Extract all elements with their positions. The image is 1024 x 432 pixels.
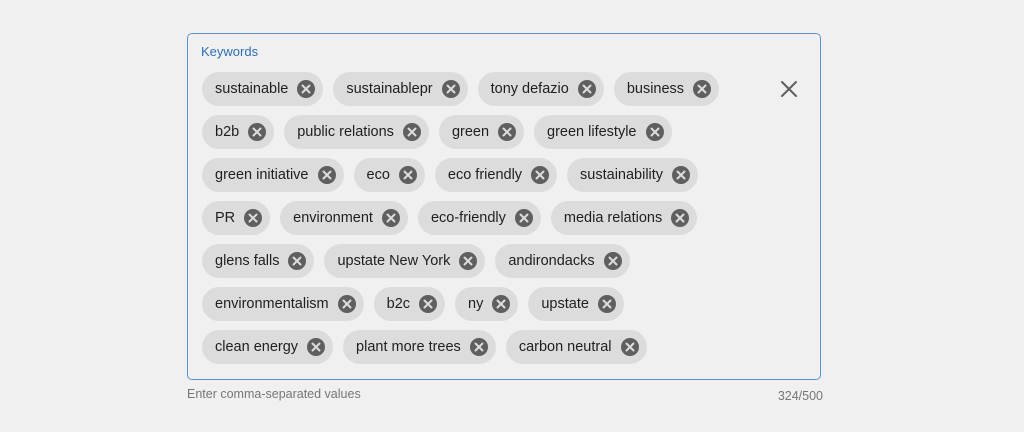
- cancel-circle-icon[interactable]: [577, 80, 596, 98]
- keyword-chip-label: ny: [468, 296, 484, 312]
- keyword-chip[interactable]: carbon neutral: [505, 330, 647, 364]
- cancel-circle-icon[interactable]: [244, 209, 263, 227]
- chip-row: PR environment eco-friendly media relations: [202, 201, 707, 235]
- keyword-chip-label: b2b: [215, 124, 240, 140]
- keyword-chip[interactable]: b2b: [202, 115, 275, 149]
- keyword-chip-label: upstate: [541, 296, 589, 312]
- chip-row: green initiative eco eco friendly sustainab…: [202, 158, 708, 192]
- chip-row: b2b public relations green green lifestyle: [202, 115, 682, 149]
- keyword-chip-label: green initiative: [215, 167, 309, 183]
- field-label: Keywords: [201, 44, 259, 59]
- keyword-chip-label: carbon neutral: [518, 339, 612, 355]
- cancel-circle-icon[interactable]: [381, 209, 400, 227]
- keyword-chip[interactable]: b2c: [373, 287, 446, 321]
- cancel-circle-icon[interactable]: [441, 80, 460, 98]
- keyword-chip[interactable]: PR: [202, 201, 271, 235]
- keyword-chip[interactable]: environment: [280, 201, 408, 235]
- keyword-chip[interactable]: tony defazio: [477, 72, 604, 106]
- keyword-chip-label: business: [626, 81, 685, 97]
- keyword-chip-label: media relations: [563, 210, 663, 226]
- cancel-circle-icon[interactable]: [469, 338, 488, 356]
- keyword-chip[interactable]: public relations: [284, 115, 429, 149]
- keyword-chip-label: sustainability: [580, 167, 664, 183]
- keyword-chip-label: tony defazio: [490, 81, 569, 97]
- cancel-circle-icon[interactable]: [419, 295, 438, 313]
- chip-row: glens falls upstate New York andirondacks: [202, 244, 640, 278]
- keyword-chip[interactable]: green initiative: [202, 158, 344, 192]
- keyword-chip[interactable]: business: [613, 72, 720, 106]
- keyword-chip[interactable]: plant more trees: [343, 330, 496, 364]
- cancel-circle-icon[interactable]: [514, 209, 533, 227]
- keyword-chip-label: andirondacks: [508, 253, 595, 269]
- keyword-chip-label: upstate New York: [337, 253, 451, 269]
- keyword-chip-label: sustainablepr: [346, 81, 433, 97]
- keyword-chip-label: public relations: [297, 124, 394, 140]
- keyword-chip-label: green lifestyle: [547, 124, 637, 140]
- cancel-circle-icon[interactable]: [337, 295, 356, 313]
- cancel-circle-icon[interactable]: [693, 80, 712, 98]
- keyword-chip-label: eco friendly: [447, 167, 523, 183]
- cancel-circle-icon[interactable]: [645, 123, 664, 141]
- cancel-circle-icon[interactable]: [307, 338, 326, 356]
- keyword-chip[interactable]: green lifestyle: [534, 115, 672, 149]
- cancel-circle-icon[interactable]: [398, 166, 417, 184]
- keyword-chip-label: environment: [293, 210, 373, 226]
- keyword-chip[interactable]: ny: [455, 287, 519, 321]
- keyword-chip-label: PR: [215, 210, 236, 226]
- keyword-chip[interactable]: eco-friendly: [417, 201, 541, 235]
- keyword-chip[interactable]: green: [438, 115, 525, 149]
- keyword-chip[interactable]: environmentalism: [202, 287, 364, 321]
- keyword-chip-label: environmentalism: [215, 296, 329, 312]
- cancel-circle-icon[interactable]: [288, 252, 307, 270]
- cancel-circle-icon[interactable]: [498, 123, 517, 141]
- keyword-chip-label: clean energy: [215, 339, 299, 355]
- chip-row: clean energy plant more trees carbon neutr…: [202, 330, 657, 364]
- close-icon[interactable]: [778, 78, 800, 100]
- keywords-field[interactable]: Keywords sustainable sustainablepr tony de…: [187, 33, 821, 380]
- cancel-circle-icon[interactable]: [402, 123, 421, 141]
- chip-row: environmentalism b2c ny upstate: [202, 287, 634, 321]
- cancel-circle-icon[interactable]: [317, 166, 336, 184]
- keyword-chip-label: green: [451, 124, 490, 140]
- cancel-circle-icon[interactable]: [603, 252, 622, 270]
- keyword-chip[interactable]: upstate: [528, 287, 624, 321]
- keyword-chip-label: eco: [366, 167, 390, 183]
- cancel-circle-icon[interactable]: [671, 209, 690, 227]
- keyword-chip[interactable]: glens falls: [202, 244, 315, 278]
- helper-text: Enter comma-separated values: [187, 387, 361, 401]
- keyword-chip-label: glens falls: [215, 253, 280, 269]
- chip-row: sustainable sustainablepr tony defazio busi…: [202, 72, 729, 106]
- keyword-chip[interactable]: sustainability: [567, 158, 699, 192]
- cancel-circle-icon[interactable]: [672, 166, 691, 184]
- keyword-chip[interactable]: sustainable: [202, 72, 324, 106]
- keyword-chip-label: b2c: [386, 296, 411, 312]
- keyword-chip[interactable]: upstate New York: [324, 244, 486, 278]
- keyword-chip[interactable]: media relations: [550, 201, 698, 235]
- keyword-chip[interactable]: sustainablepr: [333, 72, 468, 106]
- cancel-circle-icon[interactable]: [248, 123, 267, 141]
- cancel-circle-icon[interactable]: [597, 295, 616, 313]
- cancel-circle-icon[interactable]: [492, 295, 511, 313]
- cancel-circle-icon[interactable]: [620, 338, 639, 356]
- character-counter: 324/500: [777, 389, 823, 403]
- keyword-chip-label: plant more trees: [356, 339, 461, 355]
- keyword-chip[interactable]: eco: [353, 158, 425, 192]
- keyword-chip[interactable]: andirondacks: [495, 244, 630, 278]
- keyword-chip[interactable]: clean energy: [202, 330, 334, 364]
- cancel-circle-icon[interactable]: [531, 166, 550, 184]
- keyword-chip-label: eco-friendly: [430, 210, 506, 226]
- keyword-chip-label: sustainable: [215, 81, 289, 97]
- cancel-circle-icon[interactable]: [297, 80, 316, 98]
- cancel-circle-icon[interactable]: [459, 252, 478, 270]
- keyword-chip[interactable]: eco friendly: [434, 158, 558, 192]
